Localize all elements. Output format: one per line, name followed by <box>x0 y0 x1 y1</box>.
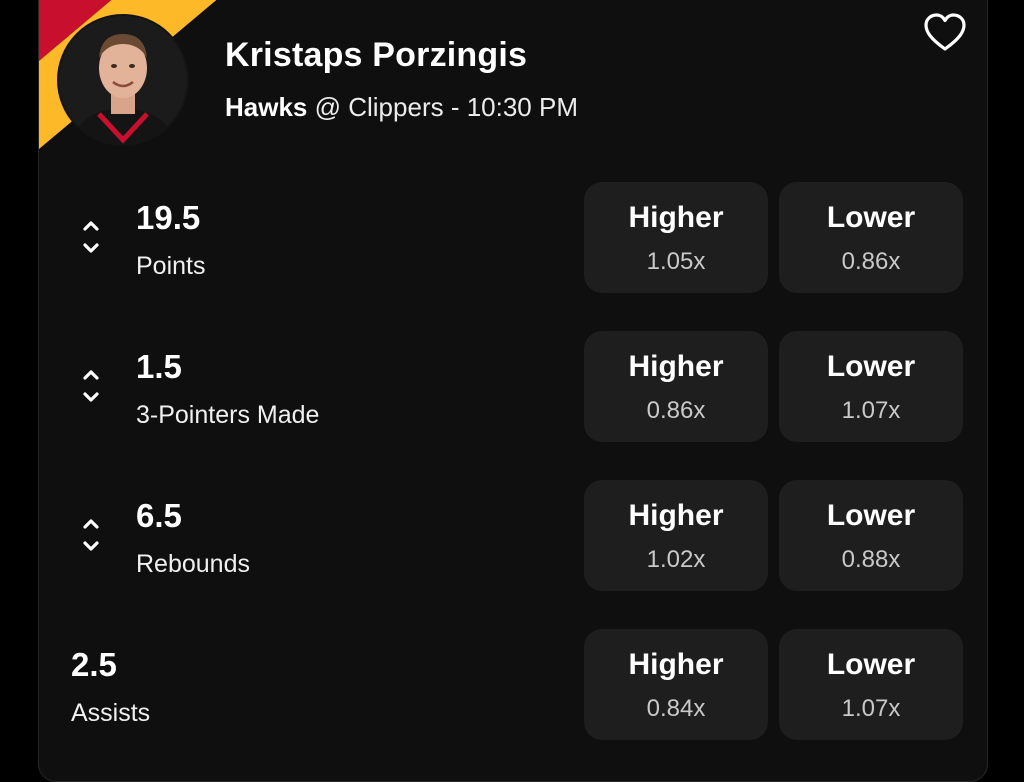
lower-label: Lower <box>826 350 916 383</box>
prop-stat-name: Rebounds <box>136 550 250 578</box>
lower-label: Lower <box>826 201 916 234</box>
higher-multiplier: 0.84x <box>646 695 706 722</box>
prop-line-value: 19.5 <box>136 199 201 236</box>
prop-stat-name: 3-Pointers Made <box>136 401 320 429</box>
lower-button[interactable]: Lower 0.86x <box>779 182 963 293</box>
prop-row-assists: 2.5 Assists Higher 0.84x Lower 1.07x <box>39 629 987 741</box>
prop-stat-name: Points <box>136 252 206 280</box>
player-headshot-image <box>59 16 187 144</box>
player-prop-card: Kristaps Porzingis Hawks @ Clippers - 10… <box>38 0 988 782</box>
higher-button[interactable]: Higher 0.84x <box>584 629 768 740</box>
lower-button[interactable]: Lower 1.07x <box>779 629 963 740</box>
prop-row-3-pointers-made: 1.5 3-Pointers Made Higher 0.86x Lower 1… <box>39 331 987 443</box>
chevron-down-icon[interactable] <box>79 537 103 557</box>
prop-line-value: 2.5 <box>71 646 117 683</box>
player-avatar <box>57 14 189 146</box>
lower-button[interactable]: Lower 1.07x <box>779 331 963 442</box>
line-adjuster <box>79 215 103 265</box>
chevron-up-icon[interactable] <box>79 215 103 235</box>
higher-label: Higher <box>628 499 724 532</box>
line-adjuster <box>79 513 103 563</box>
chevron-up-icon[interactable] <box>79 364 103 384</box>
player-name: Kristaps Porzingis <box>225 36 528 74</box>
player-team: Hawks <box>225 92 308 122</box>
game-matchup: Hawks @ Clippers - 10:30 PM <box>225 92 578 123</box>
lower-multiplier: 0.88x <box>841 546 901 573</box>
higher-button[interactable]: Higher 1.05x <box>584 182 768 293</box>
prop-row-rebounds: 6.5 Rebounds Higher 1.02x Lower 0.88x <box>39 480 987 592</box>
heart-icon[interactable] <box>923 13 967 53</box>
higher-multiplier: 0.86x <box>646 397 706 424</box>
lower-button[interactable]: Lower 0.88x <box>779 480 963 591</box>
lower-label: Lower <box>826 648 916 681</box>
higher-button[interactable]: Higher 1.02x <box>584 480 768 591</box>
line-adjuster <box>79 364 103 414</box>
prop-line-value: 6.5 <box>136 497 182 534</box>
higher-multiplier: 1.02x <box>646 546 706 573</box>
lower-multiplier: 0.86x <box>841 248 901 275</box>
lower-multiplier: 1.07x <box>841 397 901 424</box>
higher-label: Higher <box>628 648 724 681</box>
chevron-down-icon[interactable] <box>79 388 103 408</box>
lower-label: Lower <box>826 499 916 532</box>
lower-multiplier: 1.07x <box>841 695 901 722</box>
prop-line-value: 1.5 <box>136 348 182 385</box>
higher-label: Higher <box>628 201 724 234</box>
higher-button[interactable]: Higher 0.86x <box>584 331 768 442</box>
higher-label: Higher <box>628 350 724 383</box>
chevron-down-icon[interactable] <box>79 239 103 259</box>
chevron-up-icon[interactable] <box>79 513 103 533</box>
prop-stat-name: Assists <box>71 699 151 727</box>
matchup-details: @ Clippers - 10:30 PM <box>307 92 578 122</box>
prop-row-points: 19.5 Points Higher 1.05x Lower 0.86x <box>39 182 987 294</box>
higher-multiplier: 1.05x <box>646 248 706 275</box>
